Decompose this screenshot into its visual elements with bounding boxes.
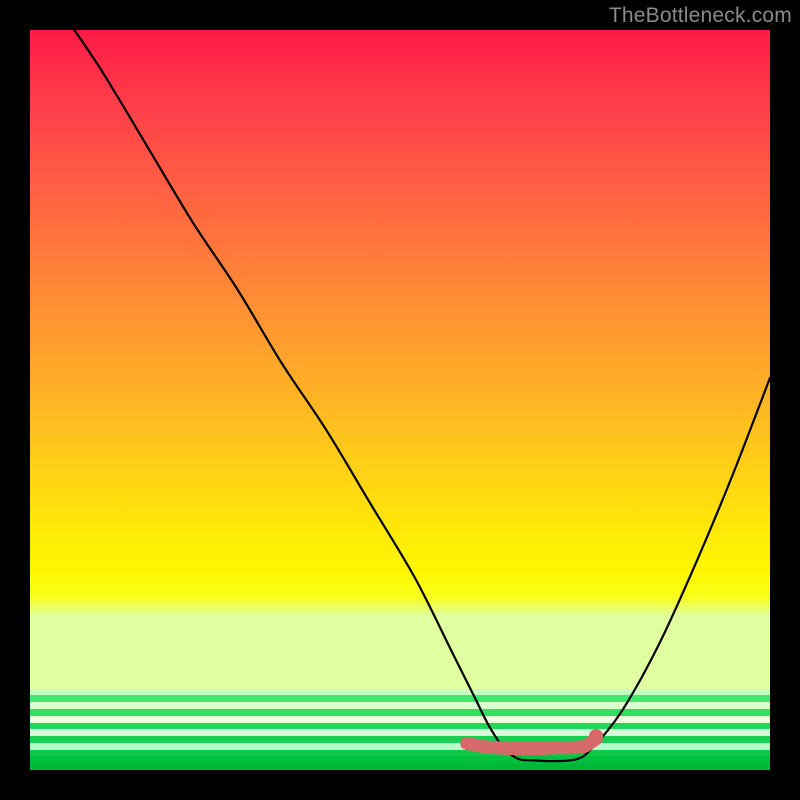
optimal-band xyxy=(467,729,603,749)
bottleneck-curve xyxy=(74,30,770,761)
watermark-text: TheBottleneck.com xyxy=(609,4,792,28)
curve-layer xyxy=(30,30,770,770)
chart-frame: TheBottleneck.com xyxy=(0,0,800,800)
plot-area xyxy=(30,30,770,770)
optimal-band-end-dot xyxy=(589,729,603,743)
optimal-band-path xyxy=(467,739,596,749)
